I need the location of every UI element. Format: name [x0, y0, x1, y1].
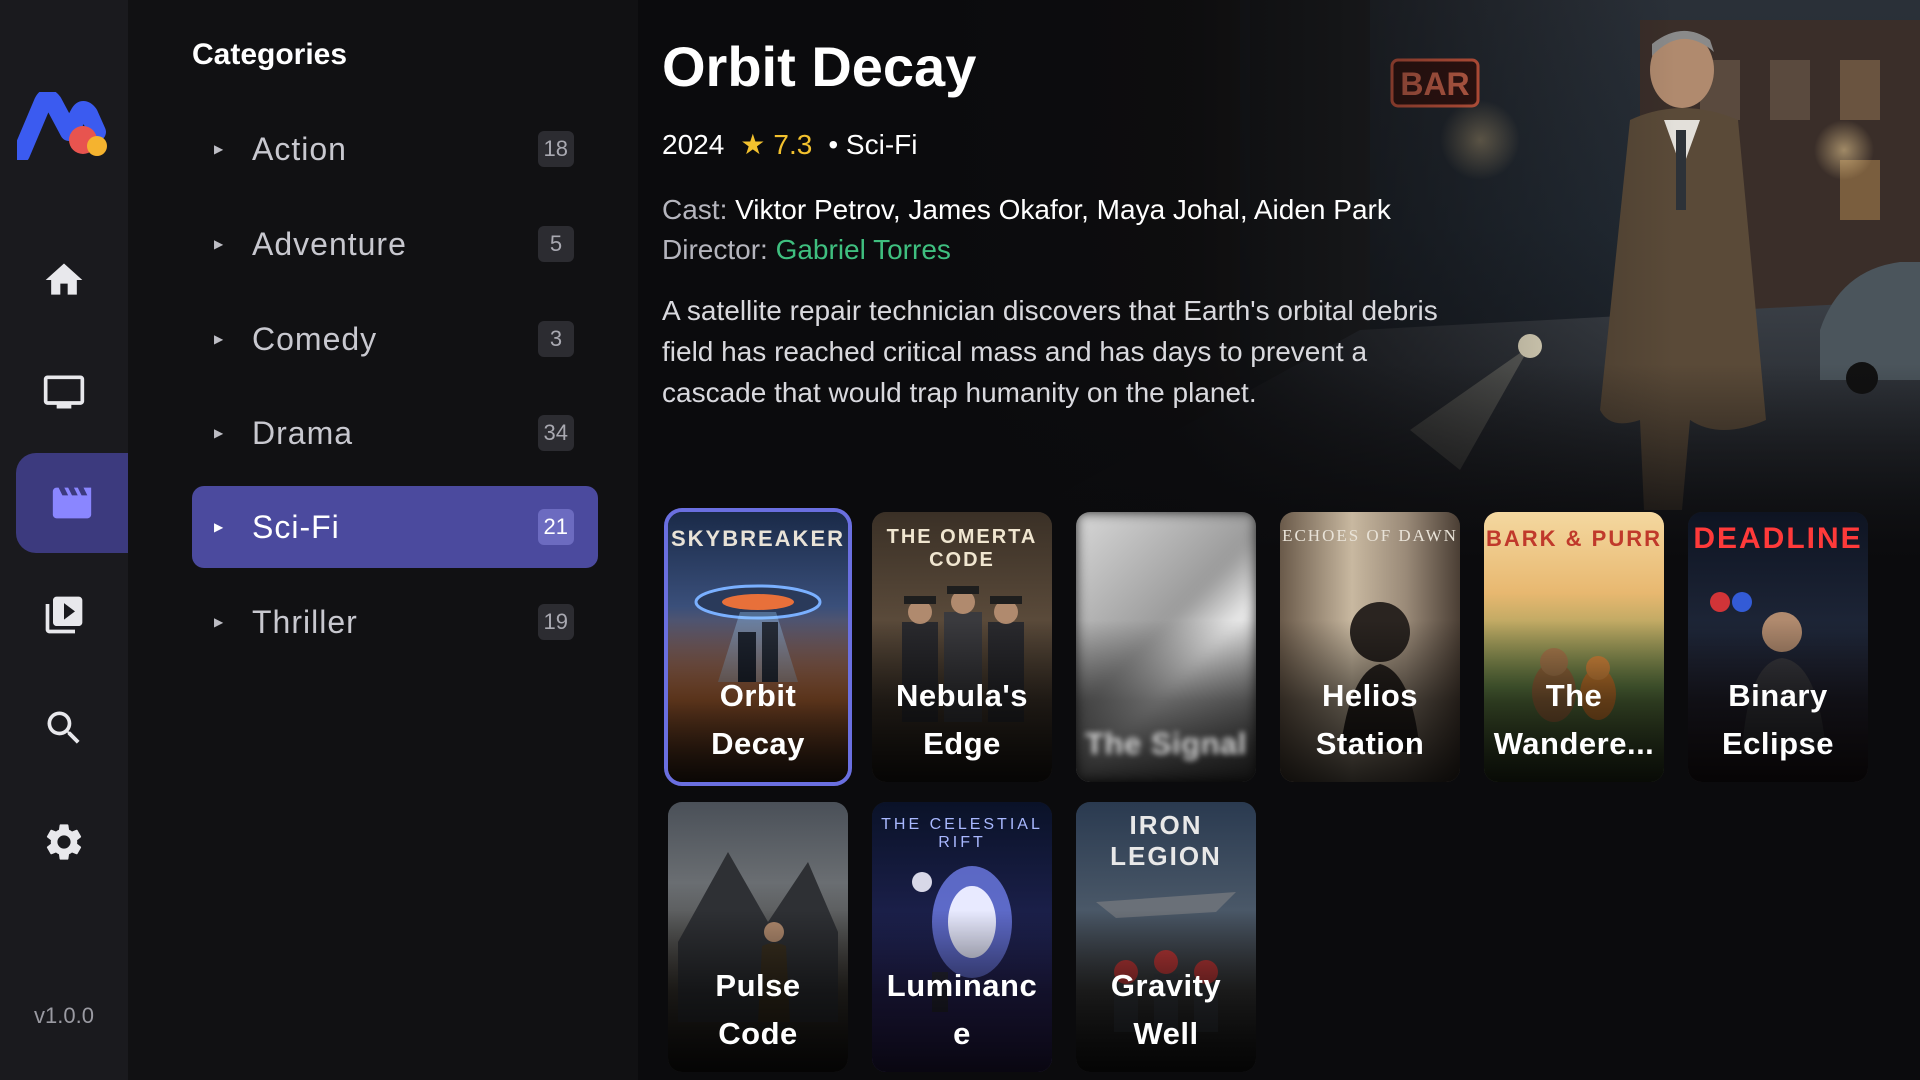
poster-title-art: BARK & PURR: [1486, 526, 1662, 551]
poster-title-art: DEADLINE: [1693, 522, 1863, 555]
poster-name: Gravity Well: [1110, 968, 1222, 1051]
expand-arrow-icon: ▶: [214, 426, 224, 440]
poster-card[interactable]: ECHOES OF DAWN Helios Station: [1280, 512, 1460, 782]
category-label: Drama: [252, 414, 354, 451]
director-label: Director:: [662, 234, 768, 265]
director-line: Director: Gabriel Torres: [662, 230, 1391, 270]
nav-movies[interactable]: [16, 453, 128, 553]
category-label: Comedy: [252, 320, 378, 357]
cast-label: Cast:: [662, 194, 728, 225]
categories-panel: Categories ▶ Action 18 ▶ Adventure 5 ▶ C…: [128, 0, 638, 1080]
main-content: BAR Orbit Decay 2024 ★ 7.3 • Sci-Fi: [638, 0, 1920, 1080]
category-action[interactable]: ▶ Action 18: [192, 108, 598, 190]
category-count-badge: 18: [537, 131, 574, 167]
poster-card[interactable]: IRON LEGION Gravity Well: [1076, 802, 1256, 1072]
expand-arrow-icon: ▶: [214, 615, 224, 629]
category-drama[interactable]: ▶ Drama 34: [192, 392, 598, 474]
poster-card[interactable]: The Signal: [1076, 512, 1256, 782]
nav-home[interactable]: [0, 230, 128, 330]
poster-name: Orbit Decay: [711, 678, 805, 761]
poster-card[interactable]: BARK & PURR The Wandere...: [1484, 512, 1664, 782]
nav-settings[interactable]: [0, 792, 128, 892]
featured-meta: 2024 ★ 7.3 • Sci-Fi: [662, 128, 917, 161]
poster-name: Binary Eclipse: [1721, 678, 1835, 761]
settings-icon: [46, 824, 82, 860]
featured-synopsis: A satellite repair technician discovers …: [662, 295, 1438, 408]
poster-name: Helios Station: [1315, 678, 1425, 761]
poster-title-art: THE CELESTIAL RIFT: [881, 816, 1043, 851]
poster-card[interactable]: SKYBREAKER Orbit Decay: [664, 508, 852, 786]
app-logo: [17, 92, 107, 160]
nav-search[interactable]: [0, 678, 128, 778]
cast-value: Viktor Petrov, James Okafor, Maya Johal,…: [735, 194, 1391, 225]
category-label: Action: [252, 130, 347, 167]
video-library-icon: [45, 596, 83, 634]
nav-video-library[interactable]: [0, 565, 128, 665]
category-comedy[interactable]: ▶ Comedy 3: [192, 298, 598, 380]
poster-name: Nebula's Edge: [896, 678, 1028, 761]
featured-year: 2024: [662, 128, 725, 160]
poster-title-art: THE OMERTA CODE: [886, 526, 1038, 571]
poster-title-art: SKYBREAKER: [670, 526, 846, 551]
category-count-badge: 21: [537, 509, 574, 545]
expand-arrow-icon: ▶: [214, 520, 224, 534]
poster-name: The Signal: [1085, 726, 1247, 761]
expand-arrow-icon: ▶: [214, 237, 224, 251]
poster-title-art: IRON LEGION: [1110, 810, 1222, 871]
tv-icon: [43, 375, 85, 409]
category-sci-fi[interactable]: ▶ Sci-Fi 21: [192, 486, 598, 568]
poster-name: Pulse Code: [715, 968, 801, 1051]
search-icon: [47, 711, 80, 744]
category-thriller[interactable]: ▶ Thriller 19: [192, 581, 598, 663]
category-adventure[interactable]: ▶ Adventure 5: [192, 203, 598, 285]
featured-rating: ★ 7.3: [740, 128, 812, 161]
category-count-badge: 3: [538, 321, 574, 357]
director-value: Gabriel Torres: [775, 234, 951, 265]
cast-line: Cast: Viktor Petrov, James Okafor, Maya …: [662, 190, 1391, 230]
star-icon: ★: [740, 129, 766, 160]
hero-gradient-overlay: [940, 0, 1920, 560]
category-count-badge: 19: [537, 604, 574, 640]
poster-card[interactable]: THE OMERTA CODE Nebula's Edge: [872, 512, 1052, 782]
app-version: v1.0.0: [34, 1003, 94, 1028]
hero-backdrop: BAR: [940, 0, 1920, 560]
home-icon: [45, 263, 83, 295]
featured-genre: • Sci-Fi: [828, 128, 918, 160]
categories-title: Categories: [192, 38, 348, 71]
category-count-badge: 5: [538, 226, 574, 262]
movies-icon: [52, 487, 92, 519]
featured-credits: Cast: Viktor Petrov, James Okafor, Maya …: [662, 190, 1391, 270]
expand-arrow-icon: ▶: [214, 332, 224, 346]
featured-rating-value: 7.3: [773, 128, 813, 160]
poster-card[interactable]: Pulse Code: [668, 802, 848, 1072]
category-label: Thriller: [252, 603, 358, 640]
nav-rail: v1.0.0: [0, 0, 128, 1080]
poster-title-art: ECHOES OF DAWN: [1282, 526, 1458, 545]
category-label: Adventure: [252, 225, 407, 262]
poster-card[interactable]: DEADLINE Binary Eclipse: [1688, 512, 1868, 782]
poster-name: The Wandere...: [1493, 678, 1655, 761]
poster-name: Luminance: [886, 968, 1038, 1051]
poster-card[interactable]: THE CELESTIAL RIFT Luminance: [872, 802, 1052, 1072]
category-count-badge: 34: [537, 415, 574, 451]
category-label: Sci-Fi: [252, 508, 340, 545]
nav-tv[interactable]: [0, 342, 128, 442]
expand-arrow-icon: ▶: [214, 142, 224, 156]
featured-title: Orbit Decay: [662, 35, 977, 98]
